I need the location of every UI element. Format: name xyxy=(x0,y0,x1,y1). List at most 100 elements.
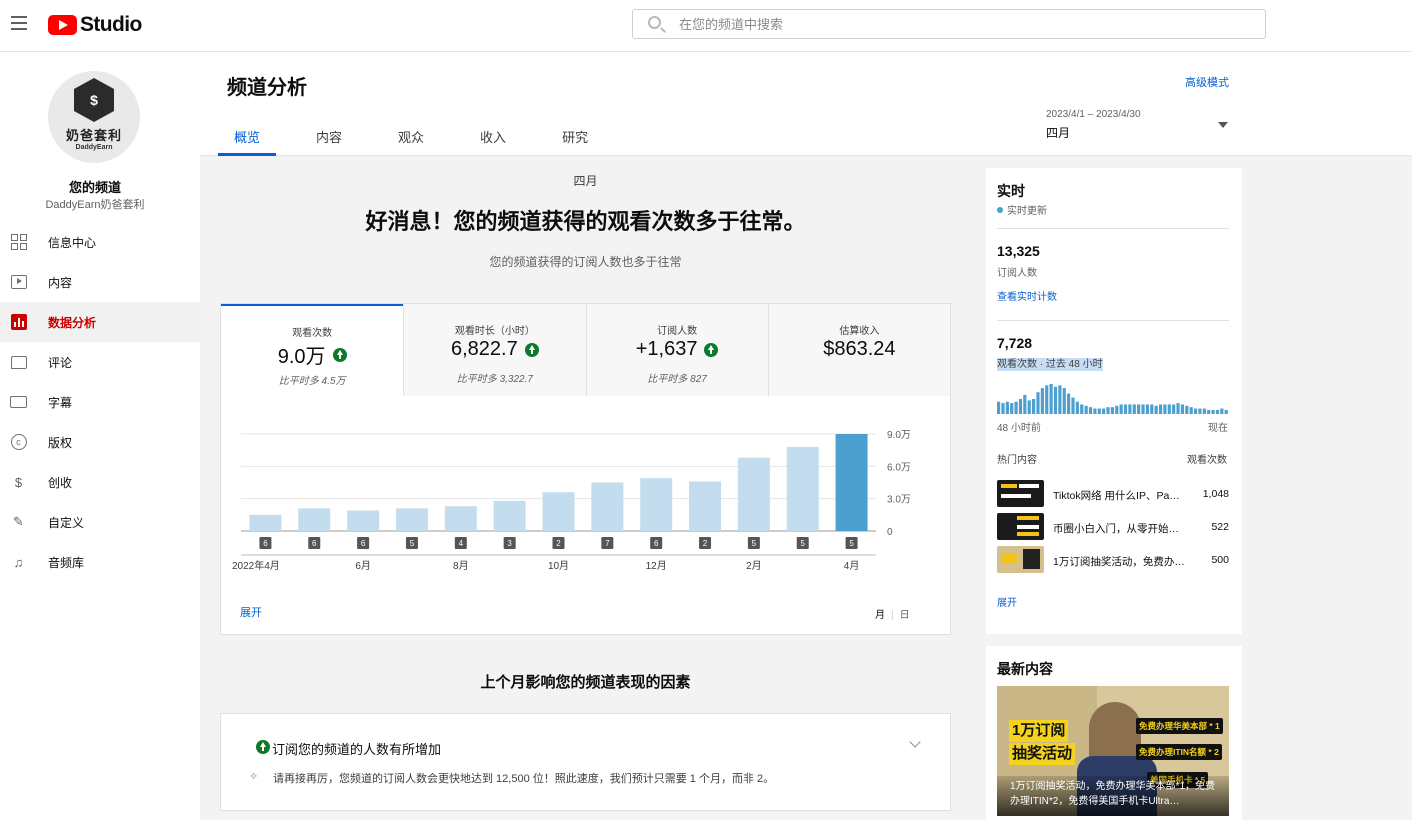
y-tick-label: 3.0万 xyxy=(887,495,911,506)
metric-revenue[interactable]: 估算收入 $863.24 xyxy=(767,304,950,396)
date-period-label[interactable]: 四月 xyxy=(1046,124,1070,141)
realtime-hour-bar xyxy=(1207,409,1211,414)
sidebar-item-comments[interactable]: 评论 xyxy=(0,342,200,382)
granularity-toggle: 月 | 日 xyxy=(875,606,910,621)
arrow-up-icon xyxy=(524,342,539,357)
factor-card[interactable]: 订阅您的频道的人数有所增加 ✧ 请再接再厉，您频道的订阅人数会更快地达到 12,… xyxy=(220,713,951,811)
metric-views[interactable]: 观看次数 9.0万 比平时多 4.5万 xyxy=(221,304,404,396)
menu-icon[interactable] xyxy=(11,16,27,30)
upload-count-text: 5 xyxy=(801,539,806,548)
content-area: 四月 好消息！您的频道获得的观看次数多于往常。 您的频道获得的订阅人数也多于往常… xyxy=(200,156,1412,820)
realtime-hour-bar xyxy=(1049,384,1053,414)
channel-avatar[interactable]: $ 奶爸套利 DaddyEarn xyxy=(48,71,140,163)
sidebar-item-dashboard[interactable]: 信息中心 xyxy=(0,222,200,262)
top-content-item[interactable]: 1万订阅抽奖活动，免费办… 500 xyxy=(997,546,1229,574)
upload-count-text: 2 xyxy=(556,539,561,548)
toggle-day[interactable]: 日 xyxy=(900,610,910,621)
upload-count-text: 2 xyxy=(703,539,708,548)
avatar-subtitle: DaddyEarn xyxy=(75,144,113,151)
metric-note: 比平时多 827 xyxy=(647,374,707,385)
x-tick-label: 2022年4月 xyxy=(232,559,280,572)
realtime-hour-bar xyxy=(1067,393,1071,414)
realtime-live-label: 实时更新 xyxy=(1007,206,1047,217)
upload-count-text: 5 xyxy=(752,539,757,548)
arrow-up-icon xyxy=(332,347,347,362)
live-count-link[interactable]: 查看实时计数 xyxy=(997,288,1057,303)
realtime-hour-bar xyxy=(1137,404,1141,414)
latest-video-caption: 1万订阅抽奖活动，免费办理华美本部*1，免费办理ITIN*2，免费得美国手机卡U… xyxy=(997,776,1229,816)
search-input[interactable] xyxy=(679,14,1239,34)
main-area: 频道分析 高级模式 概览 内容 观众 收入 研究 2023/4/1 – 2023… xyxy=(200,52,1412,820)
thumbnail-big-text: 1万订阅 xyxy=(1009,720,1069,742)
realtime-hour-bar xyxy=(1018,399,1023,414)
realtime-expand-link[interactable]: 展开 xyxy=(997,594,1017,609)
realtime-hour-bar xyxy=(1084,405,1088,414)
latest-video-thumbnail[interactable]: 1万订阅 抽奖活动 免费办理华美本部 * 1 免费办理ITIN名额 * 2 美国… xyxy=(997,686,1229,816)
upload-count-text: 4 xyxy=(459,539,464,548)
sidebar-item-subtitles[interactable]: 字幕 xyxy=(0,382,200,422)
toggle-month[interactable]: 月 xyxy=(875,610,885,621)
realtime-hour-bar xyxy=(1167,404,1171,414)
metric-subscribers[interactable]: 订阅人数 +1,637 比平时多 827 xyxy=(585,304,768,396)
metric-label: 订阅人数 xyxy=(657,326,698,337)
copyright-icon: c xyxy=(10,434,27,450)
realtime-hour-bar xyxy=(1119,404,1123,414)
metric-value: 9.0万 xyxy=(277,346,326,368)
upload-count-text: 6 xyxy=(361,539,366,548)
date-range-text[interactable]: 2023/4/1 – 2023/4/30 xyxy=(1046,109,1141,120)
sidebar-item-customization[interactable]: ✎ 自定义 xyxy=(0,502,200,542)
monetization-icon: $ xyxy=(14,474,23,490)
top-content-item[interactable]: 币圈小白入门，从零开始第… 522 xyxy=(997,513,1229,541)
metric-value-row: 6,822.7 xyxy=(404,338,585,361)
chevron-down-icon[interactable] xyxy=(1218,122,1228,128)
metric-label: 估算收入 xyxy=(839,326,880,337)
x-tick-label: 6月 xyxy=(355,560,371,572)
sidebar-item-label: 字幕 xyxy=(48,395,73,410)
factor-heading: 订阅您的频道的人数有所增加 xyxy=(272,742,442,757)
factor-text: 请再接再厉，您频道的订阅人数会更快地达到 12,500 位！照此速度，我们预计只… xyxy=(273,773,775,785)
top-content-item[interactable]: Tiktok网络 用什么IP、Pa… 1,048 xyxy=(997,480,1229,508)
realtime-axis-start: 48 小时前 xyxy=(997,423,1041,434)
overview-card: 观看次数 9.0万 比平时多 4.5万 观看时长（小时） 6,822.7 比平时… xyxy=(220,303,951,635)
tab-revenue[interactable]: 收入 xyxy=(464,122,522,156)
metric-watch-time[interactable]: 观看时长（小时） 6,822.7 比平时多 3,322.7 xyxy=(403,304,586,396)
latest-content-title: 最新内容 xyxy=(997,661,1053,677)
x-tick-label: 8月 xyxy=(453,560,469,572)
realtime-hour-bar xyxy=(1198,408,1202,414)
realtime-hour-bar xyxy=(1185,405,1189,414)
metric-note: 比平时多 4.5万 xyxy=(278,376,346,387)
realtime-hour-bar xyxy=(1163,404,1167,414)
realtime-title: 实时 xyxy=(997,183,1025,199)
sidebar-item-label: 信息中心 xyxy=(48,235,97,250)
sidebar-item-content[interactable]: 内容 xyxy=(0,262,200,302)
realtime-hour-bar xyxy=(1154,405,1158,414)
sidebar-item-analytics[interactable]: 数据分析 xyxy=(0,302,200,342)
video-thumbnail xyxy=(997,513,1044,540)
tab-research[interactable]: 研究 xyxy=(546,122,604,156)
tab-overview[interactable]: 概览 xyxy=(218,122,277,156)
advanced-mode-link[interactable]: 高级模式 xyxy=(1185,74,1229,90)
analytics-icon xyxy=(10,314,27,330)
arrow-up-icon xyxy=(256,740,270,754)
comments-icon xyxy=(10,354,27,370)
sidebar-item-audio-library[interactable]: ♫ 音频库 xyxy=(0,542,200,582)
expand-link[interactable]: 展开 xyxy=(240,604,262,620)
realtime-hour-bar xyxy=(1115,405,1119,414)
tab-content[interactable]: 内容 xyxy=(300,122,358,156)
realtime-card: 实时 实时更新 13,325 订阅人数 查看实时计数 7,728 观看次数 · … xyxy=(986,168,1242,634)
realtime-hour-bar xyxy=(1036,392,1040,414)
studio-logo[interactable]: Studio xyxy=(48,13,142,37)
thumbnail-tag: 免费办理华美本部 * 1 xyxy=(1136,718,1223,734)
arrow-up-icon xyxy=(704,342,719,357)
chevron-down-icon[interactable] xyxy=(909,736,921,748)
chart-bar xyxy=(347,510,380,531)
realtime-hour-bar xyxy=(1123,404,1128,414)
views-header: 观看次数 xyxy=(1187,455,1227,466)
youtube-play-icon xyxy=(48,15,77,35)
search-box[interactable] xyxy=(632,9,1266,39)
realtime-hour-bar xyxy=(1172,404,1176,414)
tab-audience[interactable]: 观众 xyxy=(382,122,440,156)
presenter-image xyxy=(1089,702,1141,762)
sidebar-item-monetization[interactable]: $ 创收 xyxy=(0,462,200,502)
sidebar-item-copyright[interactable]: c 版权 xyxy=(0,422,200,462)
